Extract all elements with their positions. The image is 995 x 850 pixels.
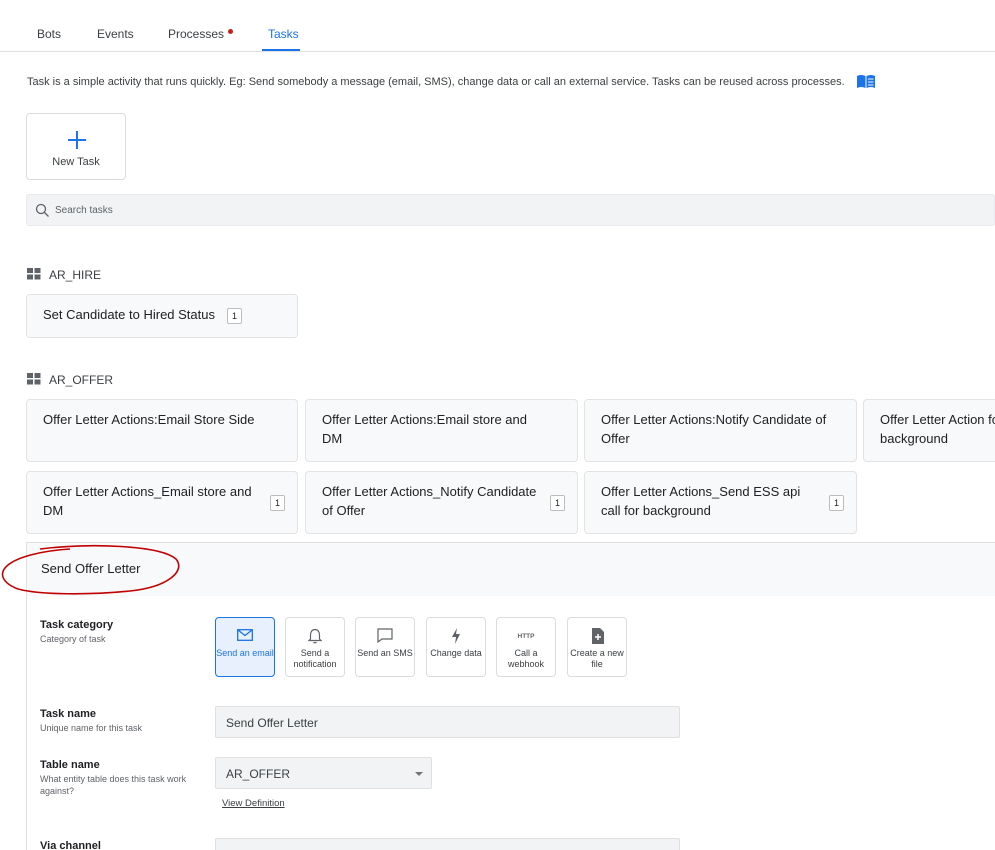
tab-events[interactable]: Events — [97, 27, 134, 41]
via-channel-label: Via channel — [40, 840, 101, 850]
grid-icon — [27, 268, 41, 280]
task-card[interactable]: Offer Letter Actions_Email store and DM … — [26, 471, 298, 534]
tab-tasks[interactable]: Tasks — [268, 27, 299, 41]
task-card[interactable]: Offer Letter Action for background — [863, 399, 995, 462]
task-card-label: Set Candidate to Hired Status — [43, 307, 215, 322]
task-card[interactable]: Offer Letter Actions:Email Store Side — [26, 399, 298, 462]
file-add-icon — [591, 628, 604, 644]
task-category-help: Category of task — [40, 634, 106, 644]
count-badge: 1 — [550, 494, 565, 511]
bell-icon — [307, 628, 323, 644]
task-card[interactable]: Offer Letter Actions:Email store and DM — [305, 399, 578, 462]
task-card-label: Offer Letter Actions:Email store and DM — [322, 412, 527, 446]
tab-bar: Bots Events Processes Tasks — [0, 0, 995, 52]
count-badge: 1 — [227, 308, 242, 324]
category-label: Call a webhook — [507, 648, 545, 669]
category-label: Send an SMS — [357, 648, 413, 658]
info-text: Task is a simple activity that runs quic… — [27, 76, 845, 88]
bolt-icon — [452, 628, 460, 644]
notification-dot — [228, 29, 233, 34]
new-task-label: New Task — [52, 156, 100, 168]
count-badge: 1 — [270, 494, 285, 511]
new-task-button[interactable]: New Task — [26, 113, 126, 180]
category-send-notification[interactable]: Send a notification — [285, 617, 345, 677]
task-name-input[interactable]: Send Offer Letter — [215, 706, 680, 738]
grid-icon — [27, 373, 41, 385]
table-name-select[interactable]: AR_OFFER — [215, 757, 432, 789]
category-label: Create a new file — [570, 648, 624, 669]
chevron-down-icon — [415, 772, 423, 776]
task-card[interactable]: Set Candidate to Hired Status 1 — [26, 294, 298, 338]
task-card-label: Offer Letter Actions:Notify Candidate of… — [601, 412, 827, 446]
annotation-circle — [1, 545, 180, 595]
task-card-label: Offer Letter Actions:Email Store Side — [43, 412, 255, 427]
category-send-email[interactable]: Send an email — [215, 617, 275, 677]
task-card-label: Offer Letter Actions_Email store and DM — [43, 484, 252, 518]
svg-text:HTTP: HTTP — [518, 633, 536, 640]
search-bar[interactable]: Search tasks — [26, 194, 995, 226]
view-definition-link[interactable]: View Definition — [222, 798, 285, 809]
task-category-label: Task category — [40, 619, 114, 631]
search-icon — [35, 203, 49, 217]
chat-icon — [377, 628, 393, 644]
category-create-file[interactable]: Create a new file — [567, 617, 627, 677]
category-call-webhook[interactable]: HTTP Call a webhook — [496, 617, 556, 677]
task-name-help: Unique name for this task — [40, 723, 143, 733]
task-card[interactable]: Offer Letter Actions_Notify Candidate of… — [305, 471, 578, 534]
count-badge: 1 — [829, 494, 844, 511]
book-icon[interactable] — [856, 74, 876, 90]
table-name-help: What entity table does this task work ag… — [40, 774, 187, 796]
search-placeholder: Search tasks — [55, 205, 113, 216]
category-label: Send a notification — [293, 648, 337, 669]
category-change-data[interactable]: Change data — [426, 617, 486, 677]
category-label: Change data — [430, 648, 482, 658]
task-card-label: Offer Letter Actions_Notify Candidate of… — [322, 484, 537, 518]
group-name: AR_OFFER — [49, 373, 114, 387]
task-card-label: Offer Letter Actions_Send ESS api call f… — [601, 484, 801, 518]
tab-bots[interactable]: Bots — [37, 27, 61, 41]
table-name-label: Table name — [40, 759, 100, 771]
tab-processes[interactable]: Processes — [168, 27, 224, 41]
mail-icon — [237, 629, 253, 641]
http-icon: HTTP — [518, 633, 536, 640]
category-label: Send an email — [216, 648, 274, 658]
task-card-label: Offer Letter Action for background — [880, 412, 995, 446]
task-card[interactable]: Offer Letter Actions:Notify Candidate of… — [584, 399, 857, 462]
task-card[interactable]: Offer Letter Actions_Send ESS api call f… — [584, 471, 857, 534]
table-name-value: AR_OFFER — [226, 767, 291, 781]
via-channel-input[interactable] — [215, 838, 680, 850]
task-name-label: Task name — [40, 708, 97, 720]
category-send-sms[interactable]: Send an SMS — [355, 617, 415, 677]
active-tab-indicator — [262, 49, 300, 51]
plus-icon — [68, 131, 86, 149]
group-name: AR_HIRE — [49, 268, 102, 282]
